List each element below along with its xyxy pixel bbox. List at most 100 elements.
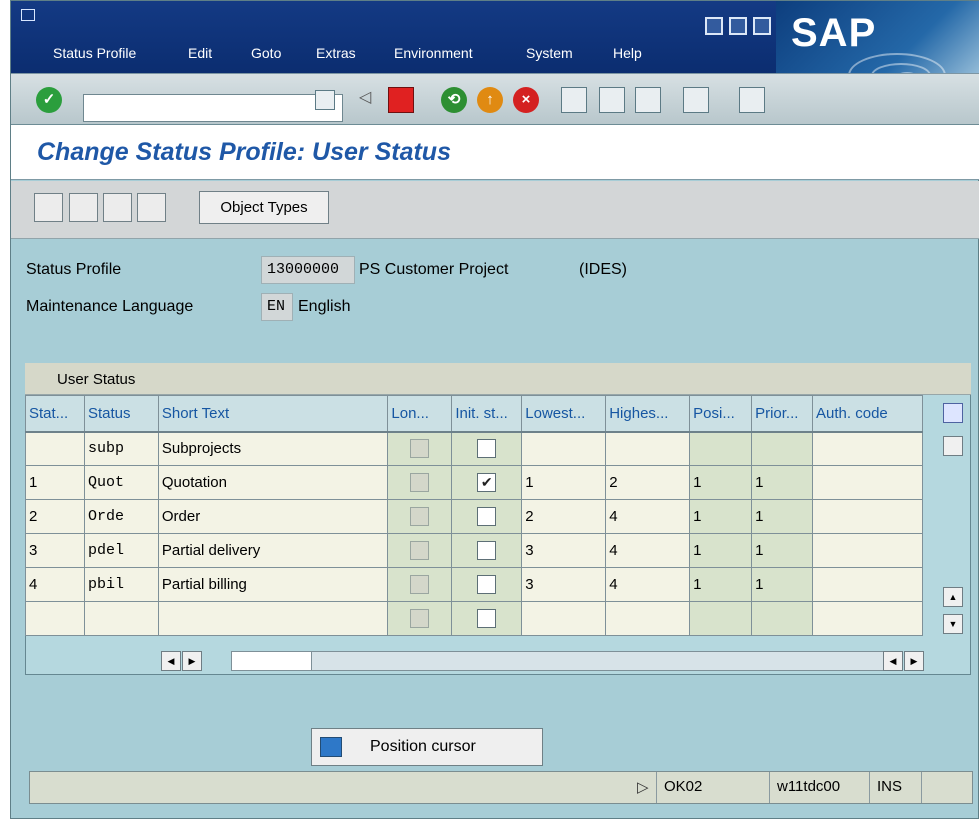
cell-init[interactable] xyxy=(451,567,523,602)
scroll-left-icon[interactable]: ◀ xyxy=(161,651,181,671)
column-lowest[interactable]: Lowest... xyxy=(521,395,607,433)
cell-auth[interactable] xyxy=(812,499,923,534)
cell-status[interactable]: pbil xyxy=(83,567,159,602)
cell-auth[interactable] xyxy=(812,431,923,466)
cell-highest[interactable]: 2 xyxy=(605,465,691,500)
close-icon[interactable] xyxy=(753,17,771,35)
cell-lowest[interactable]: 3 xyxy=(521,567,607,602)
cell-status[interactable]: subp xyxy=(83,431,159,466)
cell-status[interactable]: Quot xyxy=(83,465,159,500)
cell-init[interactable]: ✔ xyxy=(451,465,523,500)
menu-help[interactable]: Help xyxy=(613,45,642,61)
column-stat[interactable]: Stat... xyxy=(25,395,85,433)
cell-stat[interactable]: 1 xyxy=(25,465,85,500)
cell-position[interactable]: 1 xyxy=(689,499,753,534)
menu-goto[interactable]: Goto xyxy=(251,45,281,61)
cell-short-text[interactable] xyxy=(157,601,389,636)
cell-lowest[interactable]: 2 xyxy=(521,499,607,534)
cell-priority[interactable]: 1 xyxy=(751,499,814,534)
cell-highest[interactable] xyxy=(605,601,691,636)
cell-short-text[interactable]: Partial delivery xyxy=(157,533,389,568)
cell-short-text[interactable]: Quotation xyxy=(157,465,389,500)
cell-highest[interactable]: 4 xyxy=(605,499,691,534)
edit-icon[interactable] xyxy=(137,193,166,222)
cell-priority[interactable] xyxy=(751,601,814,636)
horizontal-scrollbar[interactable] xyxy=(231,651,885,671)
cell-status[interactable]: Orde xyxy=(83,499,159,534)
cell-highest[interactable]: 4 xyxy=(605,533,691,568)
print-icon[interactable] xyxy=(561,87,587,113)
scroll-up-icon[interactable]: ▲ xyxy=(943,587,963,607)
status-expand-icon[interactable]: ▷ xyxy=(630,772,656,803)
cell-priority[interactable]: 1 xyxy=(751,567,814,602)
cell-short-text[interactable]: Partial billing xyxy=(157,567,389,602)
maximize-icon[interactable] xyxy=(729,17,747,35)
cell-status[interactable] xyxy=(83,601,159,636)
cell-lowest[interactable] xyxy=(521,601,607,636)
command-history-icon[interactable] xyxy=(315,90,335,110)
scroll-down-icon[interactable]: ▼ xyxy=(943,614,963,634)
cell-short-text[interactable]: Order xyxy=(157,499,389,534)
cell-lowest[interactable] xyxy=(521,431,607,466)
column-status[interactable]: Status xyxy=(83,395,159,433)
vertical-scrollbar[interactable]: ▲ ▼ xyxy=(939,395,967,643)
system-menu-icon[interactable] xyxy=(21,9,35,21)
menu-status-profile[interactable]: Status Profile xyxy=(53,45,136,61)
cell-init[interactable] xyxy=(451,431,523,466)
enter-icon[interactable]: ✓ xyxy=(36,87,62,113)
column-lon[interactable]: Lon... xyxy=(387,395,453,433)
cell-priority[interactable] xyxy=(751,431,814,466)
menu-edit[interactable]: Edit xyxy=(188,45,212,61)
menu-system[interactable]: System xyxy=(526,45,573,61)
cell-stat[interactable]: 4 xyxy=(25,567,85,602)
cell-auth[interactable] xyxy=(812,465,923,500)
cancel-icon[interactable]: × xyxy=(513,87,539,113)
column-auth-code[interactable]: Auth. code xyxy=(812,395,923,433)
menu-extras[interactable]: Extras xyxy=(316,45,356,61)
cell-highest[interactable] xyxy=(605,431,691,466)
cell-priority[interactable]: 1 xyxy=(751,465,814,500)
cell-auth[interactable] xyxy=(812,601,923,636)
save-icon[interactable] xyxy=(388,87,414,113)
delete-icon[interactable] xyxy=(103,193,132,222)
command-field[interactable] xyxy=(83,94,343,122)
cell-position[interactable]: 1 xyxy=(689,465,753,500)
column-priority[interactable]: Prior... xyxy=(751,395,814,433)
position-cursor-button[interactable]: Position cursor xyxy=(311,728,543,766)
copy-icon[interactable] xyxy=(69,193,98,222)
cell-lowest[interactable]: 1 xyxy=(521,465,607,500)
minimize-icon[interactable] xyxy=(705,17,723,35)
find-icon[interactable] xyxy=(599,87,625,113)
cell-position[interactable] xyxy=(689,601,753,636)
cell-stat[interactable] xyxy=(25,431,85,466)
cell-init[interactable] xyxy=(451,499,523,534)
column-settings-icon[interactable] xyxy=(943,403,963,423)
shortcut-icon[interactable] xyxy=(739,87,765,113)
create-session-icon[interactable] xyxy=(683,87,709,113)
cell-short-text[interactable]: Subprojects xyxy=(157,431,389,466)
column-scroll-left-icon[interactable]: ◀ xyxy=(883,651,903,671)
cell-stat[interactable] xyxy=(25,601,85,636)
scroll-right-icon[interactable]: ▶ xyxy=(182,651,202,671)
cell-auth[interactable] xyxy=(812,567,923,602)
horizontal-scroll-thumb[interactable] xyxy=(232,652,312,670)
cell-lowest[interactable]: 3 xyxy=(521,533,607,568)
details-icon[interactable] xyxy=(34,193,63,222)
menu-environment[interactable]: Environment xyxy=(394,45,473,61)
cell-position[interactable]: 1 xyxy=(689,567,753,602)
cell-position[interactable] xyxy=(689,431,753,466)
cell-init[interactable] xyxy=(451,601,523,636)
back-icon[interactable]: ⟲ xyxy=(441,87,467,113)
cell-priority[interactable]: 1 xyxy=(751,533,814,568)
column-scroll-right-icon[interactable]: ▶ xyxy=(904,651,924,671)
column-init-status[interactable]: Init. st... xyxy=(451,395,523,433)
cell-stat[interactable]: 2 xyxy=(25,499,85,534)
cell-position[interactable]: 1 xyxy=(689,533,753,568)
cell-status[interactable]: pdel xyxy=(83,533,159,568)
object-types-button[interactable]: Object Types xyxy=(199,191,329,224)
find-next-icon[interactable] xyxy=(635,87,661,113)
column-highest[interactable]: Highes... xyxy=(605,395,691,433)
exit-icon[interactable]: ↑ xyxy=(477,87,503,113)
cell-init[interactable] xyxy=(451,533,523,568)
cell-auth[interactable] xyxy=(812,533,923,568)
